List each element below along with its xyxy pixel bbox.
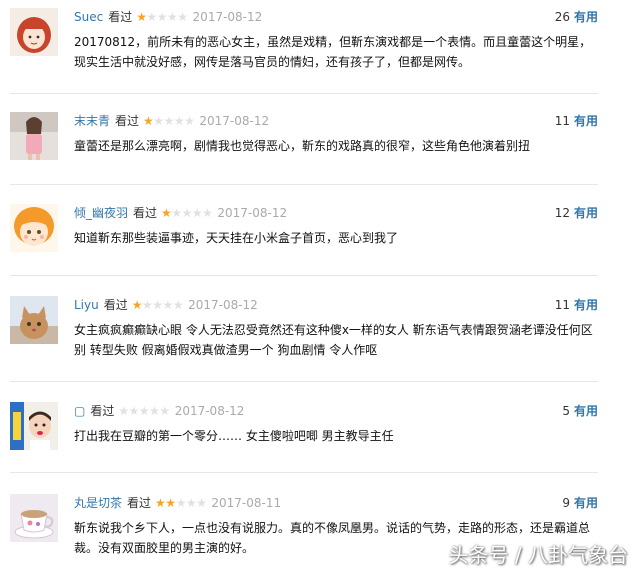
star-icon: ★ — [136, 10, 147, 24]
star-icon: ★ — [167, 10, 178, 24]
comment-date: 2017-08-11 — [211, 496, 282, 510]
watch-status: 看过 — [103, 298, 128, 312]
divider — [10, 472, 598, 473]
star-icon: ★ — [159, 404, 170, 418]
avatar[interactable] — [10, 112, 58, 160]
star-icon: ★ — [184, 114, 195, 128]
star-icon: ★ — [142, 298, 153, 312]
comment-date: 2017-08-12 — [199, 114, 270, 128]
star-icon: ★ — [177, 10, 188, 24]
comment-date: 2017-08-12 — [192, 10, 263, 24]
comment-meta: Suec 看过 ★★★★★ 2017-08-12 — [74, 8, 262, 26]
avatar[interactable] — [10, 296, 58, 344]
star-icon: ★ — [162, 298, 174, 312]
useful-button[interactable]: 有用 — [574, 10, 598, 24]
username-link[interactable]: ▢ — [74, 404, 85, 418]
comment-date: 2017-08-12 — [188, 298, 258, 312]
comment-meta: 末末青 看过 ★★★★★ 2017-08-12 — [74, 112, 269, 130]
star-icon: ★ — [153, 114, 164, 128]
watch-status: 看过 — [90, 404, 115, 418]
useful-vote: 11 有用 — [555, 112, 598, 130]
watermark: 头条号 / 八卦气象台 — [448, 543, 628, 567]
comment-date: 2017-08-12 — [174, 404, 245, 418]
useful-count: 5 — [562, 404, 570, 418]
comment-text: 20170812，前所未有的恶心女主，虽然是戏精，但靳东演戏都是一个表情。而且童… — [74, 35, 592, 69]
star-icon: ★ — [181, 206, 193, 220]
useful-button[interactable]: 有用 — [574, 206, 598, 220]
avatar[interactable] — [10, 402, 58, 450]
star-icon: ★ — [155, 496, 166, 510]
divider — [10, 184, 598, 185]
useful-count: 26 — [554, 10, 570, 24]
watch-status: 看过 — [133, 206, 158, 220]
avatar[interactable] — [10, 8, 58, 56]
comment-text: 女主疯疯癫癫缺心眼 令人无法忍受竟然还有这种傻x一样的女人 靳东语气表情跟贺涵老… — [74, 323, 593, 357]
star-rating: ★★★★★ — [136, 8, 188, 26]
useful-count: 11 — [554, 114, 570, 128]
star-rating: ★★★★★ — [155, 494, 207, 512]
star-icon: ★ — [185, 496, 197, 510]
star-rating: ★★★★★ — [161, 204, 213, 222]
divider — [10, 381, 598, 382]
watch-status: 看过 — [115, 114, 140, 128]
comment-text: 童蕾还是那么漂亮啊，剧情我也觉得恶心，靳东的戏路真的很窄，这些角色他演着别扭 — [74, 139, 531, 153]
star-icon: ★ — [191, 206, 203, 220]
comment-date: 2017-08-12 — [217, 206, 288, 220]
divider — [10, 93, 598, 94]
useful-vote: 9 有用 — [562, 494, 598, 512]
comment-meta: ▢ 看过 ★★★★★ 2017-08-12 — [74, 402, 244, 420]
useful-vote: 11 有用 — [555, 296, 598, 314]
useful-count: 11 — [554, 298, 570, 312]
star-icon: ★ — [128, 404, 140, 418]
watch-status: 看过 — [127, 496, 152, 510]
star-icon: ★ — [161, 206, 172, 220]
star-icon: ★ — [143, 114, 154, 128]
username-link[interactable]: Liyu — [74, 298, 99, 312]
star-icon: ★ — [196, 496, 207, 510]
avatar[interactable] — [10, 204, 58, 252]
star-icon: ★ — [173, 114, 185, 128]
useful-vote: 12 有用 — [555, 204, 598, 222]
star-icon: ★ — [175, 496, 187, 510]
comment-text: 打出我在豆瓣的第一个零分…… 女主傻啦吧唧 男主教导主任 — [74, 429, 394, 443]
star-icon: ★ — [156, 10, 168, 24]
star-icon: ★ — [146, 10, 157, 24]
star-rating: ★★★★★ — [131, 296, 184, 314]
comment-meta: 丸是切茶 看过 ★★★★★ 2017-08-11 — [74, 494, 281, 512]
comment-text: 知道靳东那些装逼事迹，天天挂在小米盒子首页，恶心到我了 — [74, 231, 399, 245]
star-icon: ★ — [171, 206, 182, 220]
avatar[interactable] — [10, 494, 58, 542]
comment-meta: 倾_幽夜羽 看过 ★★★★★ 2017-08-12 — [74, 204, 287, 222]
divider — [10, 275, 598, 276]
username-link[interactable]: 末末青 — [74, 114, 110, 128]
useful-button[interactable]: 有用 — [574, 496, 598, 510]
useful-button[interactable]: 有用 — [574, 114, 598, 128]
star-rating: ★★★★★ — [118, 402, 170, 420]
star-rating: ★★★★★ — [143, 112, 195, 130]
useful-count: 12 — [554, 206, 570, 220]
star-icon: ★ — [165, 496, 176, 510]
useful-vote: 5 有用 — [562, 402, 598, 420]
star-icon: ★ — [163, 114, 175, 128]
useful-vote: 26 有用 — [555, 8, 598, 26]
star-icon: ★ — [152, 298, 163, 312]
comment-meta: Liyu 看过 ★★★★★ 2017-08-12 — [74, 296, 258, 314]
star-icon: ★ — [202, 206, 213, 220]
star-icon: ★ — [138, 404, 150, 418]
username-link[interactable]: Suec — [74, 10, 103, 24]
watch-status: 看过 — [108, 10, 133, 24]
useful-button[interactable]: 有用 — [574, 404, 598, 418]
useful-count: 9 — [562, 496, 570, 510]
star-icon: ★ — [149, 404, 160, 418]
username-link[interactable]: 丸是切茶 — [74, 496, 122, 510]
star-icon: ★ — [172, 298, 184, 312]
username-link[interactable]: 倾_幽夜羽 — [74, 206, 128, 220]
star-icon: ★ — [131, 298, 143, 312]
useful-button[interactable]: 有用 — [574, 298, 598, 312]
star-icon: ★ — [118, 404, 129, 418]
